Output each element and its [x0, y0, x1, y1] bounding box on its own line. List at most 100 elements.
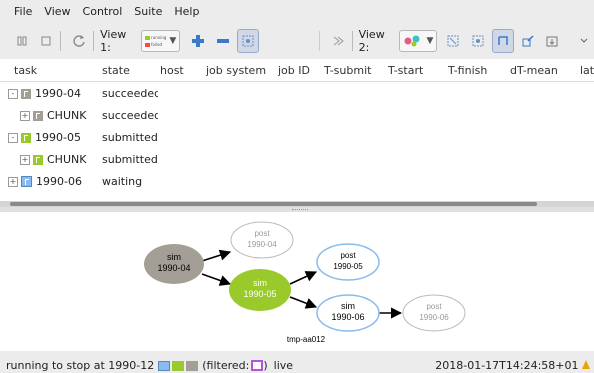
- graph-view-icon: [404, 35, 420, 47]
- svg-text:post: post: [254, 229, 270, 238]
- svg-text:post: post: [426, 302, 442, 311]
- graph-group-icon[interactable]: [467, 30, 487, 52]
- toolbar-separator: [318, 31, 320, 51]
- refresh-icon[interactable]: [69, 30, 89, 52]
- toolbar-separator: [60, 31, 62, 51]
- stop-icon[interactable]: [36, 30, 56, 52]
- menu-file[interactable]: File: [0, 5, 32, 18]
- filter-label: (filtered:: [202, 359, 250, 372]
- graph-node-post-1990-04[interactable]: post 1990-04: [230, 221, 294, 259]
- table-row[interactable]: +1990-06 waiting: [0, 170, 594, 192]
- chevron-down-icon: ▼: [169, 36, 177, 46]
- more-chevron-icon[interactable]: [574, 30, 594, 52]
- menu-suite[interactable]: Suite: [122, 5, 162, 18]
- table-row[interactable]: - 1990-05 submitted: [0, 126, 594, 148]
- table-row[interactable]: + CHUNK succeeded: [0, 104, 594, 126]
- expand-all-icon[interactable]: [188, 30, 208, 52]
- collapse-all-icon[interactable]: [212, 30, 232, 52]
- table-row[interactable]: - 1990-04 succeeded: [0, 82, 594, 104]
- graph-edit-icon[interactable]: [518, 30, 538, 52]
- menu-control[interactable]: Control: [71, 5, 123, 18]
- task-state: waiting: [102, 174, 143, 188]
- column-header-t-finish[interactable]: T-finish: [446, 64, 508, 77]
- task-name: 1990-06: [36, 174, 82, 188]
- collapse-icon[interactable]: -: [8, 88, 18, 99]
- family-state-icon: [21, 88, 31, 99]
- task-state: submitted: [102, 130, 158, 144]
- state-swatch-submitted: [172, 360, 185, 371]
- column-header-dt-mean[interactable]: dT-mean: [508, 64, 578, 77]
- toolbar-separator: [93, 31, 95, 51]
- state-swatch-waiting: [158, 360, 171, 371]
- collapse-icon[interactable]: -: [8, 132, 18, 143]
- task-name: CHUNK: [47, 108, 87, 122]
- task-state: succeeded: [102, 108, 158, 122]
- column-header-task[interactable]: task: [0, 64, 100, 77]
- graph-node-sim-1990-06[interactable]: sim 1990-06: [316, 294, 380, 332]
- status-bar: running to stop at 1990-12 (filtered: ) …: [0, 358, 594, 373]
- table-row[interactable]: + CHUNK submitted: [0, 148, 594, 170]
- svg-text:1990-05: 1990-05: [243, 289, 276, 299]
- expand-icon[interactable]: +: [20, 110, 30, 121]
- splitter-grip-icon[interactable]: [292, 209, 308, 211]
- group-families-icon[interactable]: [236, 29, 259, 53]
- filter-state-swatch[interactable]: [251, 360, 264, 371]
- graph-node-post-1990-06[interactable]: post 1990-06: [402, 294, 466, 332]
- graph-landscape-icon[interactable]: [491, 29, 514, 53]
- graph-node-sim-1990-04[interactable]: sim 1990-04: [144, 244, 204, 284]
- scrollbar-thumb[interactable]: [10, 202, 537, 206]
- state-legend: running failed: [144, 35, 166, 47]
- svg-text:1990-06: 1990-06: [419, 313, 449, 322]
- graph-canvas: sim 1990-04 post 1990-04 sim 1990-05 pos…: [144, 221, 466, 344]
- task-name: 1990-04: [35, 86, 81, 100]
- menu-help[interactable]: Help: [162, 5, 199, 18]
- task-name: CHUNK: [47, 152, 87, 166]
- task-tree-view: task state host job system job ID T-subm…: [0, 59, 594, 209]
- suite-name-label: tmp-aa012: [287, 335, 326, 344]
- view2-label: View 2:: [358, 28, 385, 54]
- family-state-icon: [33, 154, 43, 165]
- pause-icon[interactable]: [12, 30, 32, 52]
- warning-icon[interactable]: [582, 359, 590, 372]
- graph-node-post-1990-05[interactable]: post 1990-05: [316, 243, 380, 281]
- scroll-forward-icon[interactable]: [328, 30, 348, 52]
- column-header-latency[interactable]: late: [578, 64, 594, 77]
- update-timestamp: 2018-01-17T14:24:58+01: [435, 358, 579, 372]
- expand-icon[interactable]: +: [20, 154, 30, 165]
- svg-text:1990-04: 1990-04: [247, 240, 277, 249]
- column-header-state[interactable]: state: [100, 64, 158, 77]
- edge: [201, 249, 232, 262]
- view1-label: View 1:: [100, 28, 127, 54]
- task-state: submitted: [102, 152, 158, 166]
- family-state-icon: [21, 176, 32, 187]
- edge: [201, 273, 232, 286]
- column-header-host[interactable]: host: [158, 64, 204, 77]
- state-swatch-succeeded: [186, 360, 199, 371]
- task-state: succeeded: [102, 86, 158, 100]
- family-state-icon: [33, 110, 43, 121]
- view2-select[interactable]: ▼: [399, 30, 438, 52]
- svg-text:sim: sim: [341, 301, 355, 311]
- graph-node-sim-1990-05[interactable]: sim 1990-05: [229, 269, 291, 311]
- column-header-job-id[interactable]: job ID: [276, 64, 322, 77]
- view1-select[interactable]: running failed ▼: [140, 30, 181, 52]
- menu-bar: File View Control Suite Help: [0, 0, 594, 22]
- dependency-graph-view: sim 1990-04 post 1990-04 sim 1990-05 pos…: [0, 212, 594, 351]
- svg-text:1990-06: 1990-06: [331, 312, 364, 322]
- column-header-job-system[interactable]: job system: [204, 64, 276, 77]
- column-header-t-submit[interactable]: T-submit: [322, 64, 386, 77]
- toolbar: View 1: running failed ▼ View 2: ▼: [0, 26, 594, 56]
- graph-export-icon[interactable]: [542, 30, 562, 52]
- column-header-t-start[interactable]: T-start: [386, 64, 446, 77]
- filter-close-paren: ): [263, 359, 268, 372]
- tree-header: task state host job system job ID T-subm…: [0, 59, 594, 82]
- graph-zoom-in-icon[interactable]: [443, 30, 463, 52]
- status-message: running to stop at 1990-12: [6, 359, 155, 372]
- chevron-down-icon: ▼: [426, 36, 434, 46]
- toolbar-separator: [351, 31, 353, 51]
- svg-text:sim: sim: [167, 252, 181, 262]
- edge: [289, 271, 318, 285]
- edge: [289, 296, 318, 309]
- menu-view[interactable]: View: [32, 5, 70, 18]
- expand-icon[interactable]: +: [8, 176, 18, 187]
